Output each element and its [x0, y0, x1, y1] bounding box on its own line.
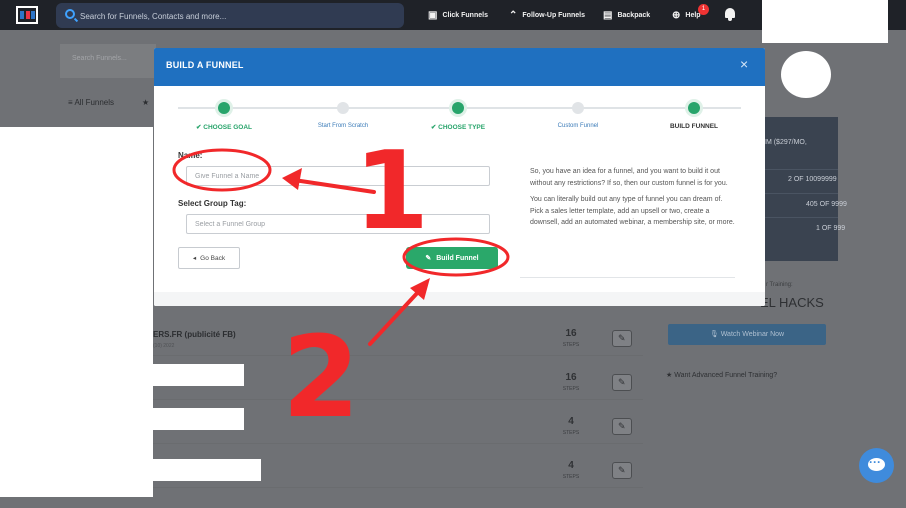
dashboard-icon: ▣ [428, 9, 438, 21]
lifebuoy-icon: ⊕ [672, 9, 681, 21]
microphone-icon: 🎙 [709, 331, 721, 338]
star-icon[interactable]: ★ [142, 98, 149, 107]
step-label: CHOOSE GOAL [203, 124, 253, 131]
redacted-area [153, 408, 244, 430]
chat-bubble-icon[interactable] [859, 448, 894, 483]
modal-title: BUILD A FUNNEL [166, 60, 244, 70]
funnel-title: ERS.FR (publicité FB) [153, 330, 236, 339]
watch-webinar-label: Watch Webinar Now [720, 331, 785, 338]
caret-left-icon: ◂ [192, 255, 197, 262]
step-build-funnel: BUILD FUNNEL [670, 123, 718, 130]
close-icon[interactable]: × [740, 57, 748, 71]
advanced-training-link[interactable]: ★ Want Advanced Funnel Training? [666, 371, 777, 379]
step-custom-funnel[interactable]: Custom Funnel [558, 123, 599, 129]
usage-stat: 2 OF 10099999 [788, 176, 837, 183]
backpack-icon: ▤ [603, 9, 613, 21]
step-label: Start From Scratch [317, 123, 369, 129]
training-label: r Training: [766, 282, 793, 288]
funnel-subtitle: (10) 2022 [153, 343, 175, 349]
usage-stat: 1 OF 999 [816, 225, 846, 232]
build-funnel-label: Build Funnel [436, 254, 479, 262]
steps-label: STEPS [562, 386, 580, 392]
nav-backpack-label: Backpack [617, 11, 651, 19]
nav-follow-up-funnels[interactable]: ⌃ Follow-Up Funnels [509, 8, 585, 22]
usage-stat: 405 OF 9999 [806, 201, 847, 208]
double-chevron-up-icon: ⌃ [509, 9, 518, 21]
watch-webinar-button[interactable]: 🎙 Watch Webinar Now [668, 324, 826, 345]
redacted-area [0, 127, 153, 497]
global-search-input[interactable] [80, 8, 380, 24]
nav-click-funnels-label: Click Funnels [442, 11, 488, 19]
build-funnel-modal: BUILD A FUNNEL × ✔ CHOOSE GOAL Start Fro… [154, 48, 765, 306]
description-paragraph: You can literally build out any type of … [530, 196, 735, 226]
steps-label: STEPS [562, 430, 580, 436]
funnel-name-input[interactable] [186, 166, 490, 186]
check-icon: ✔ [195, 124, 202, 131]
build-funnel-button[interactable]: ✎ Build Funnel [406, 247, 498, 269]
steps-count: 16 [565, 372, 577, 383]
step-label: BUILD FUNNEL [669, 123, 719, 130]
global-search[interactable] [56, 3, 404, 28]
search-icon [65, 9, 75, 19]
nav-help[interactable]: ⊕ Help [672, 8, 701, 22]
step-choose-goal[interactable]: ✔ CHOOSE GOAL [196, 123, 252, 131]
all-funnels-filter[interactable]: ≡ All Funnels [68, 98, 114, 107]
edit-funnel-button[interactable] [612, 462, 632, 479]
modal-header: BUILD A FUNNEL × [154, 48, 765, 86]
divider [520, 277, 735, 278]
modal-body: ✔ CHOOSE GOAL Start From Scratch ✔ CHOOS… [154, 86, 765, 306]
funnel-group-select[interactable] [186, 214, 490, 234]
go-back-button[interactable]: ◂ Go Back [178, 247, 240, 269]
redacted-area [153, 459, 261, 481]
redacted-area [762, 0, 888, 43]
advanced-training-label: Want Advanced Funnel Training? [674, 372, 778, 379]
redacted-avatar [781, 51, 831, 98]
clickfunnels-logo-icon[interactable] [16, 6, 38, 24]
funnel-description: So, you have an idea for a funnel, and y… [530, 166, 736, 234]
nav-backpack[interactable]: ▤ Backpack [603, 8, 650, 22]
modal-footer [154, 292, 765, 306]
step-label: CHOOSE TYPE [438, 124, 486, 131]
hacks-title: EL HACKS [760, 295, 824, 310]
go-back-label: Go Back [200, 254, 226, 262]
steps-label: STEPS [562, 342, 580, 348]
step-choose-type[interactable]: ✔ CHOOSE TYPE [431, 123, 485, 131]
nav-follow-up-funnels-label: Follow-Up Funnels [522, 11, 585, 19]
redacted-area [153, 364, 244, 386]
edit-icon: ✎ [425, 255, 432, 262]
nav-click-funnels[interactable]: ▣ Click Funnels [428, 8, 488, 22]
edit-funnel-button[interactable] [612, 418, 632, 435]
step-dot-choose-type [452, 102, 464, 114]
step-dot-start-from-scratch [337, 102, 349, 114]
edit-funnel-button[interactable] [612, 330, 632, 347]
description-paragraph: So, you have an idea for a funnel, and y… [530, 168, 728, 187]
name-label: Name: [178, 151, 203, 160]
step-label: Custom Funnel [557, 123, 599, 129]
step-dot-choose-goal [218, 102, 230, 114]
bell-icon[interactable] [724, 8, 736, 22]
all-funnels-label: All Funnels [74, 98, 115, 107]
star-icon: ★ [666, 372, 675, 379]
plan-text: IM ($297/MO, [764, 139, 807, 146]
edit-funnel-button[interactable] [612, 374, 632, 391]
step-dot-custom-funnel [572, 102, 584, 114]
steps-count: 16 [565, 328, 577, 339]
help-notification-badge: 1 [698, 4, 709, 15]
check-icon: ✔ [430, 124, 437, 131]
group-tag-label: Select Group Tag: [178, 199, 247, 208]
steps-count: 4 [568, 416, 574, 427]
funnels-search-box[interactable]: Search Funnels... [60, 44, 156, 78]
step-dot-build-funnel [688, 102, 700, 114]
steps-count: 4 [568, 460, 574, 471]
funnels-search-placeholder: Search Funnels... [72, 55, 127, 62]
steps-label: STEPS [562, 474, 580, 480]
step-start-from-scratch[interactable]: Start From Scratch [318, 123, 368, 129]
